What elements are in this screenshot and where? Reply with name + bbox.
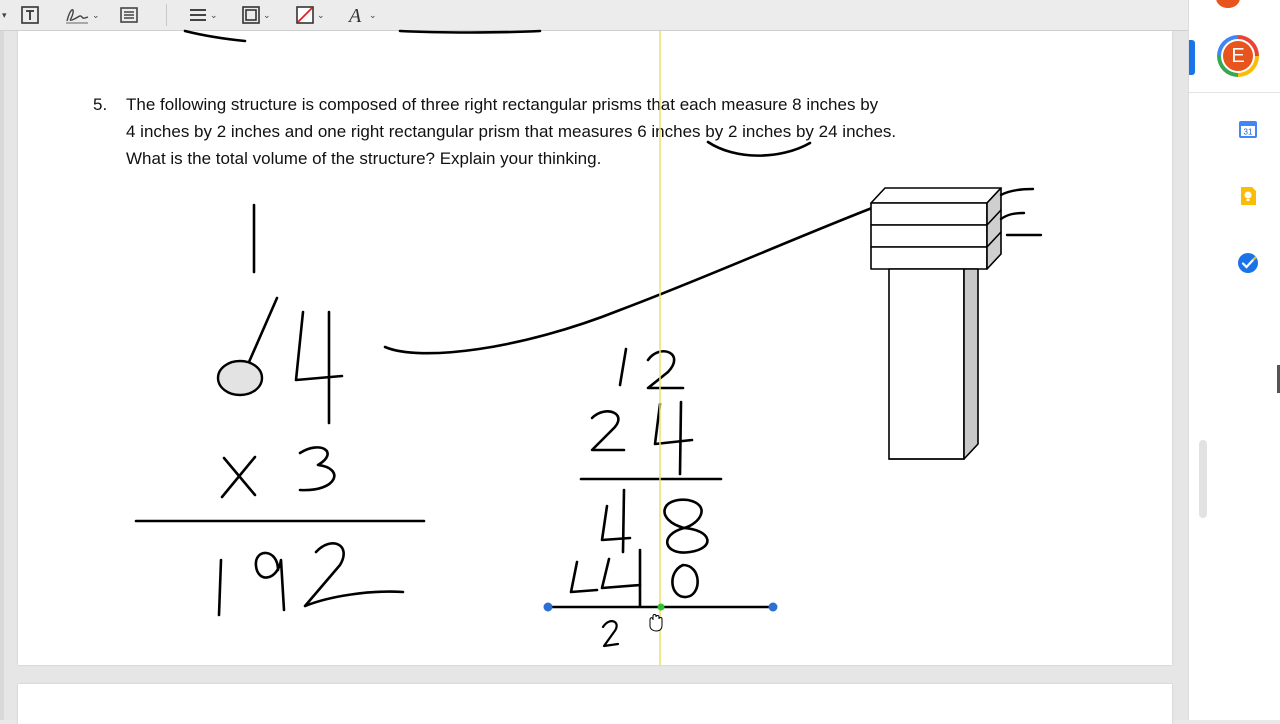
toolbar-divider: [166, 4, 167, 26]
tasks-icon[interactable]: [1237, 252, 1259, 274]
problem-line-1: The following structure is composed of t…: [126, 95, 879, 114]
account-avatar[interactable]: E: [1217, 35, 1259, 77]
problem-line-2: 4 inches by 2 inches and one right recta…: [126, 122, 897, 141]
fill-color-button[interactable]: ⌄: [295, 2, 325, 28]
signature-tool-button[interactable]: ⌄: [64, 2, 100, 28]
side-panel-header: E: [1189, 0, 1280, 93]
chevron-down-icon: ⌄: [317, 9, 325, 20]
side-scrollbar[interactable]: [1199, 440, 1207, 518]
markup-toolbar: ▾ ⌄ ⌄ ⌄ ⌄ A ⌄: [0, 0, 1188, 31]
text-box-icon: [21, 6, 39, 24]
chevron-down-icon: ⌄: [263, 9, 271, 20]
chevron-down-icon: ⌄: [210, 9, 218, 20]
calendar-icon[interactable]: 31: [1237, 118, 1259, 140]
chevron-down-icon: ⌄: [369, 9, 377, 20]
text-tool-button[interactable]: [20, 2, 40, 28]
side-panel: E 31: [1188, 0, 1280, 720]
border-color-button[interactable]: ⌄: [241, 2, 271, 28]
line-style-button[interactable]: ⌄: [188, 2, 218, 28]
problem-number: 5.: [93, 95, 108, 114]
svg-text:A: A: [347, 5, 362, 26]
notification-dot: [1216, 0, 1240, 8]
chevron-down-icon: ⌄: [92, 9, 100, 20]
font-icon: A: [347, 5, 362, 26]
signature-icon: [66, 9, 89, 24]
font-style-button[interactable]: A ⌄: [347, 2, 377, 28]
active-tab-indicator: [1189, 40, 1195, 75]
line-style-icon: [190, 9, 206, 21]
keep-icon[interactable]: [1237, 185, 1259, 207]
problem-line-3: What is the total volume of the structur…: [126, 149, 602, 168]
prev-chevron-icon[interactable]: ▾: [0, 2, 7, 28]
border-color-icon: [242, 6, 260, 24]
fill-color-icon: [296, 6, 314, 24]
avatar-letter: E: [1221, 39, 1255, 73]
next-document-page[interactable]: [18, 684, 1172, 724]
left-edge: [0, 31, 4, 720]
problem-text: The following structure is composed of t…: [126, 91, 996, 172]
calendar-day: 31: [1244, 128, 1253, 137]
note-tool-button[interactable]: [119, 2, 139, 28]
note-icon: [120, 7, 138, 23]
